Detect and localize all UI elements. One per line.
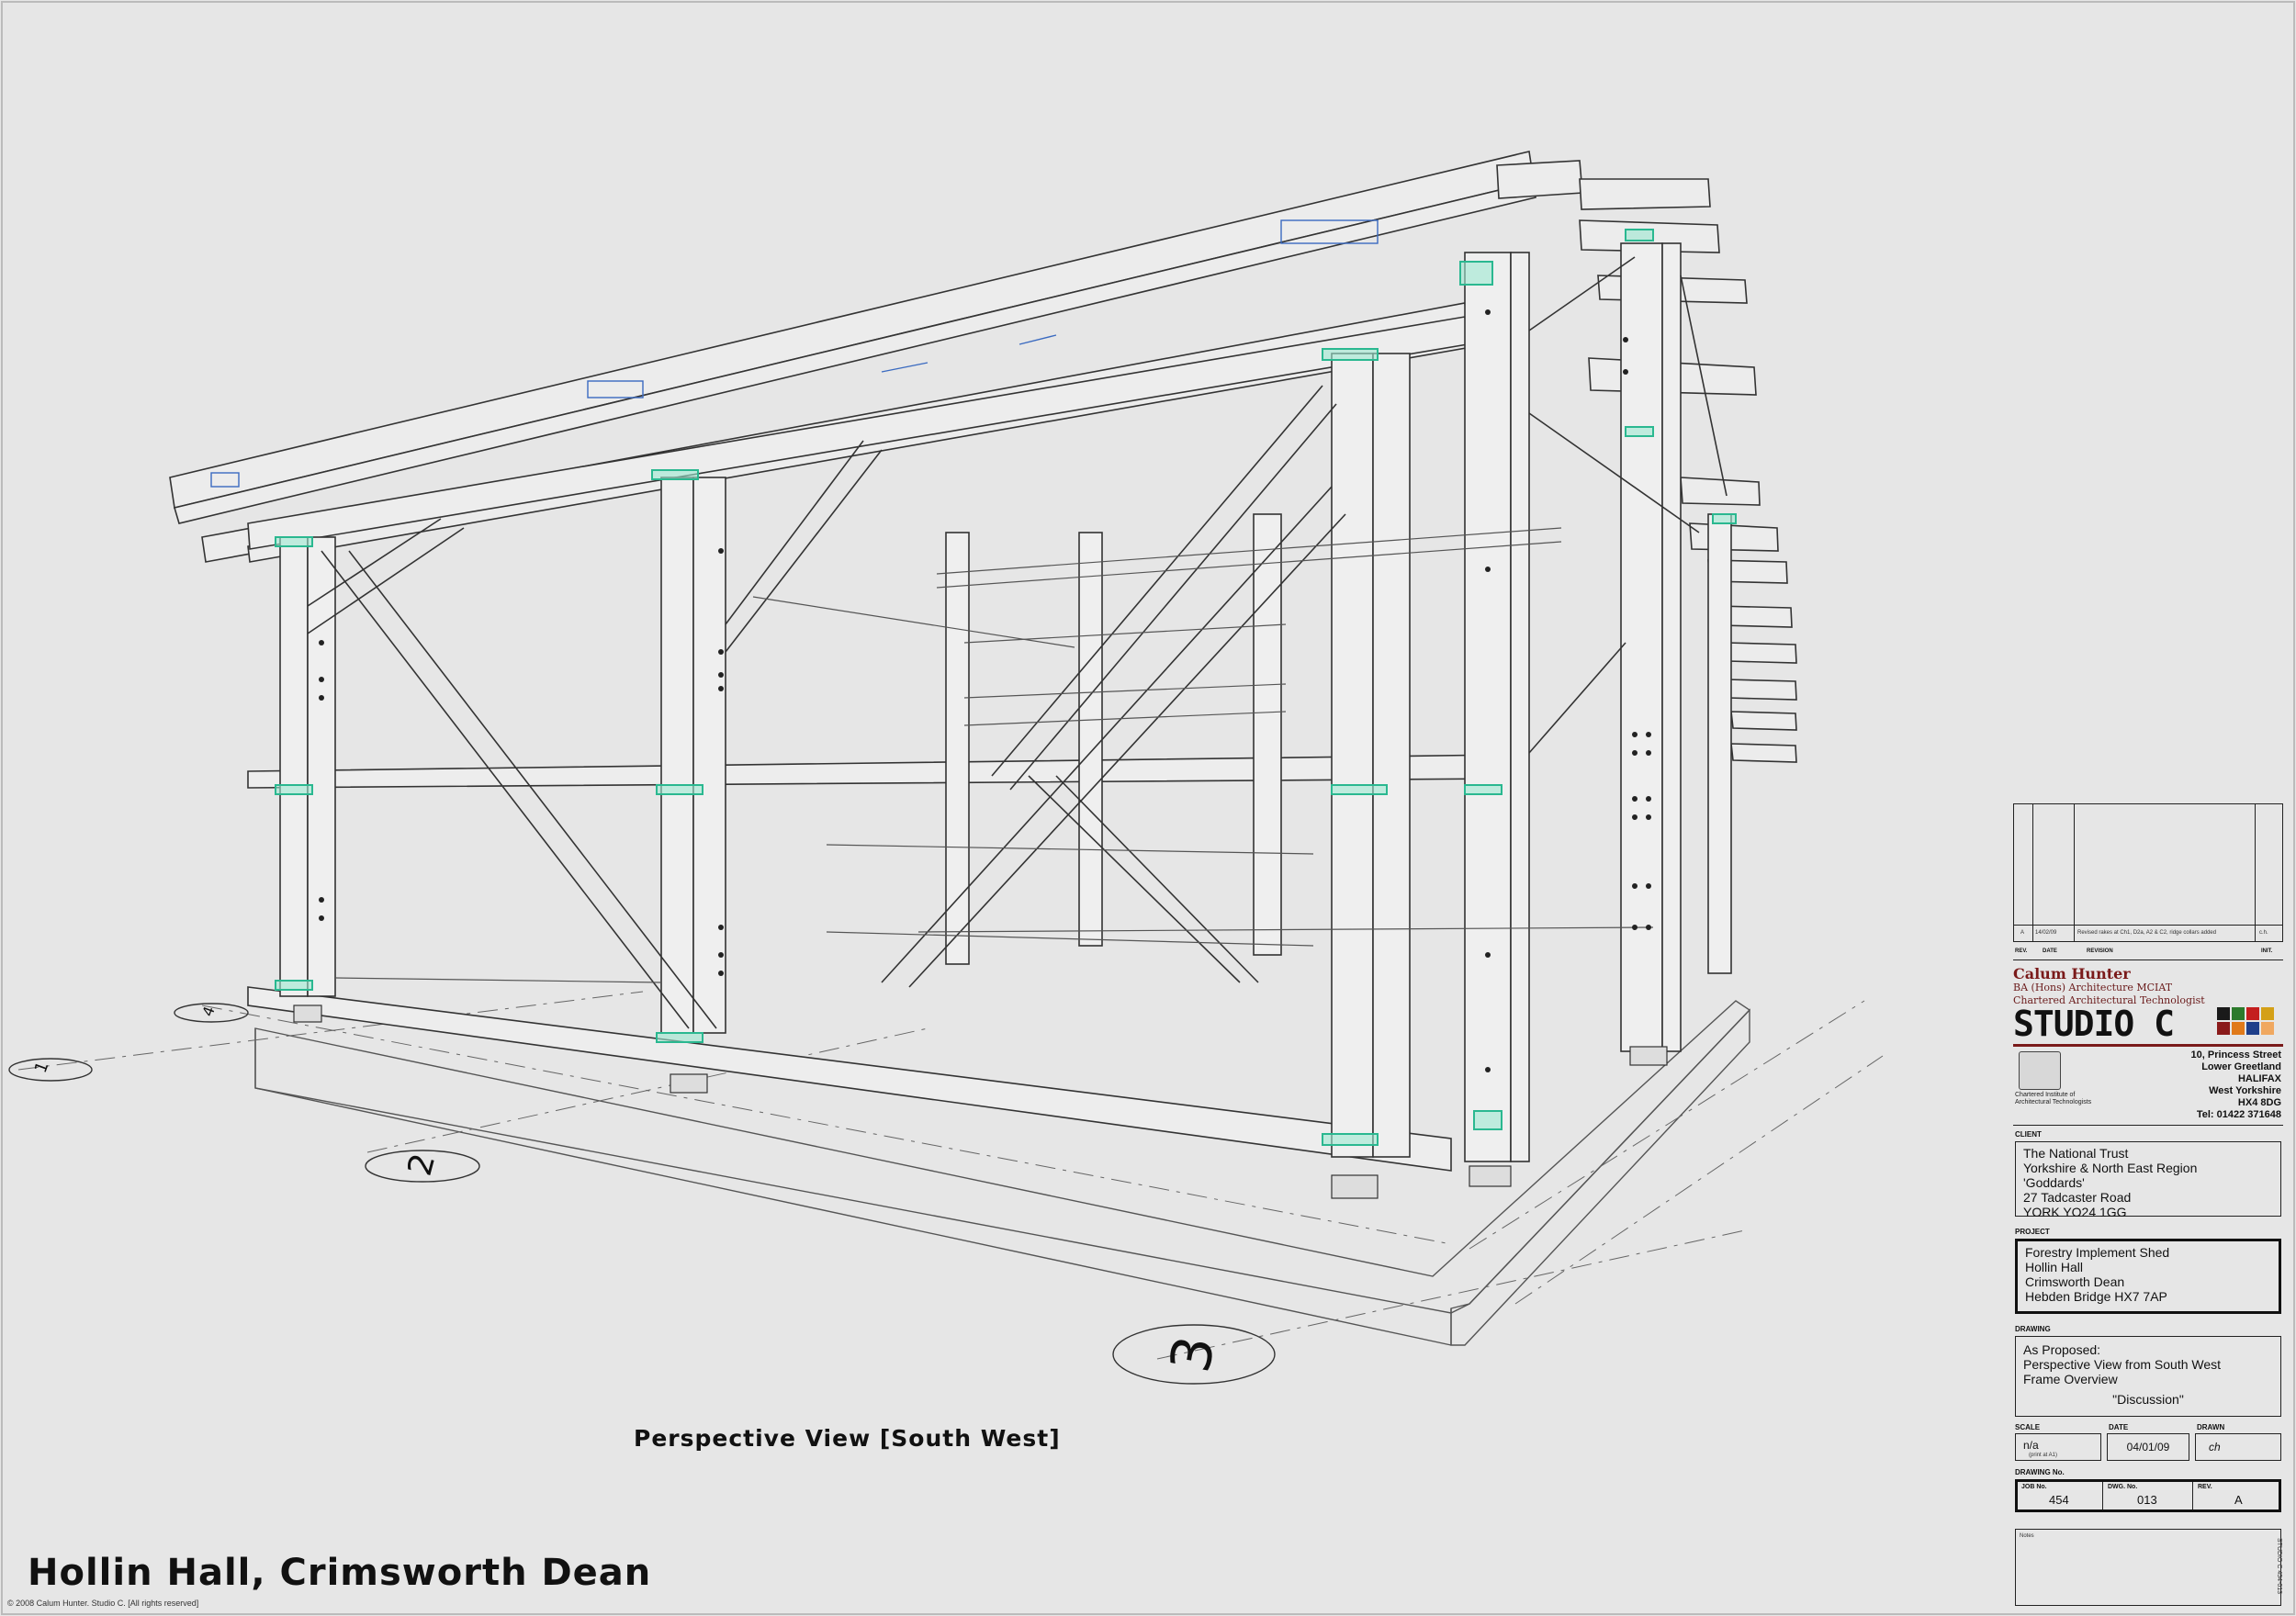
drawing-line: As Proposed: [2023,1342,2101,1357]
rev-no-label: REV. [2198,1484,2212,1490]
studio-logo-text: STUDIO C [2013,1004,2175,1044]
drawing-label: DRAWING [2015,1325,2051,1333]
institute-line-1: Chartered Institute of [2015,1092,2076,1098]
project-line: Hollin Hall [2025,1260,2084,1274]
revision-table [2013,803,2283,942]
drawing-line: Perspective View from South West [2023,1357,2222,1372]
practice-name: Calum Hunter [2013,965,2131,982]
project-line: Hebden Bridge HX7 7AP [2025,1289,2167,1304]
notes-box: Notes [2015,1529,2281,1606]
project-line: Crimsworth Dean [2025,1274,2125,1289]
drawing-no-label: DRAWING No. [2015,1468,2065,1476]
rev-header-date: DATE [2043,948,2057,954]
address-line-1: 10, Princess Street [2190,1049,2281,1060]
sheet-title: Hollin Hall, Crimsworth Dean [28,1552,652,1594]
rev-entry-initials: c.h. [2259,930,2268,936]
client-line: YORK YO24 1GG [2023,1205,2127,1219]
project-box: Forestry Implement Shed Hollin Hall Crim… [2015,1239,2281,1314]
drawing-line: Frame Overview [2023,1372,2118,1386]
client-line: The National Trust [2023,1146,2129,1161]
title-block: A 14/02/09 Revised rakes at Ch1, D2a, A2… [2013,803,2283,1610]
client-line: 'Goddards' [2023,1175,2085,1190]
client-line: 27 Tadcaster Road [2023,1190,2132,1205]
brand-swatch [2246,1007,2259,1020]
address-line-4: West Yorkshire [2209,1085,2281,1096]
client-label: CLIENT [2015,1130,2042,1139]
brand-swatch [2232,1022,2245,1035]
drawn-value: ch [2209,1441,2221,1453]
side-note: STUDIO C 454-013 [2276,1538,2282,1595]
date-label: DATE [2109,1423,2129,1431]
dwg-no-label: DWG. No. [2108,1484,2138,1490]
drawing-box: As Proposed: Perspective View from South… [2015,1336,2281,1417]
rev-entry-date: 14/02/09 [2035,930,2057,936]
brand-swatch [2261,1007,2274,1020]
telephone: Tel: 01422 371648 [2196,1109,2281,1120]
grid-markers [8,1003,1276,1385]
rev-header-revision: REVISION [2087,948,2113,954]
copyright-note: © 2008 Calum Hunter. Studio C. [All righ… [7,1599,199,1608]
institute-crest-icon [2019,1051,2061,1090]
client-box: The National Trust Yorkshire & North Eas… [2015,1141,2281,1219]
date-box: 04/01/09 [2107,1433,2189,1461]
drawing-no-box: JOB No. DWG. No. REV. 454 013 A [2015,1479,2281,1512]
institute-line-2: Architectural Technologists [2015,1099,2092,1105]
address-line-3: HALIFAX [2237,1073,2281,1084]
project-label: PROJECT [2015,1228,2050,1236]
date-value: 04/01/09 [2126,1441,2170,1453]
view-title: Perspective View [South West] [634,1425,1061,1452]
job-no-label: JOB No. [2021,1484,2047,1490]
address-line-2: Lower Greetland [2201,1061,2281,1072]
brand-swatch [2217,1007,2230,1020]
job-no-value: 454 [2049,1493,2069,1507]
drawn-box: ch [2195,1433,2281,1461]
brand-swatch [2217,1022,2230,1035]
brand-swatch [2261,1022,2274,1035]
brand-swatch [2246,1022,2259,1035]
drawing-status: "Discussion" [2112,1392,2184,1407]
address-line-5: HX4 8DG [2237,1097,2281,1108]
notes-label: Notes [2020,1533,2034,1539]
scale-note: (print at A1) [2029,1453,2058,1458]
timber-frame-perspective [1,1,2295,1615]
project-line: Forestry Implement Shed [2025,1245,2170,1260]
rev-no-value: A [2234,1493,2243,1507]
drawing-sheet: 1 4 2 3 Perspective View [South West] Ho… [0,0,2296,1616]
rev-entry-rev: A [2020,930,2025,936]
rev-header-init: INIT. [2261,948,2273,954]
rev-header-rev: REV. [2015,948,2028,954]
scale-label: SCALE [2015,1423,2041,1431]
rev-entry-description: Revised rakes at Ch1, D2a, A2 & C2, ridg… [2077,930,2217,936]
brand-swatch [2232,1007,2245,1020]
client-line: Yorkshire & North East Region [2023,1161,2198,1175]
scale-box: n/a (print at A1) [2015,1433,2101,1461]
dwg-no-value: 013 [2137,1493,2157,1507]
drawn-label: DRAWN [2197,1423,2225,1431]
practice-qualification: BA (Hons) Architecture MCIAT [2013,982,2173,993]
scale-value: n/a [2023,1439,2039,1452]
